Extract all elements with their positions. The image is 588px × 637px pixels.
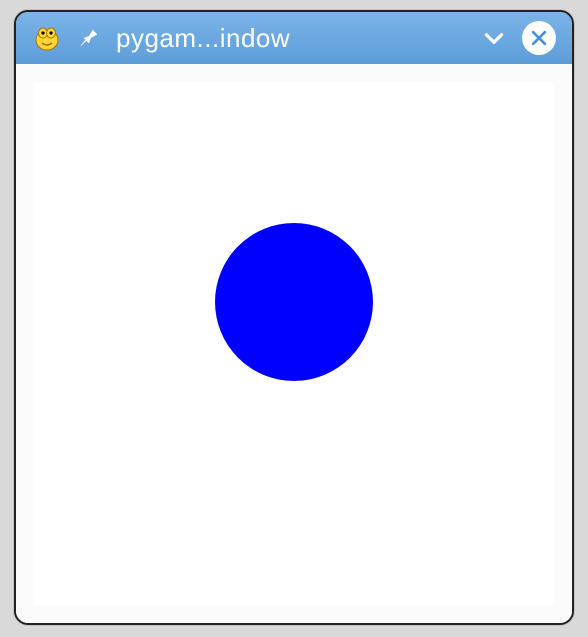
pygame-canvas[interactable] (34, 82, 554, 605)
drawn-circle (215, 223, 373, 381)
titlebar[interactable]: pygam...indow (16, 12, 572, 64)
close-button[interactable] (522, 21, 556, 55)
chevron-down-icon[interactable] (480, 24, 508, 52)
content-area (16, 64, 572, 623)
pin-icon[interactable] (76, 25, 102, 51)
app-window: pygam...indow (14, 10, 574, 625)
close-icon (529, 28, 549, 48)
window-title: pygam...indow (116, 23, 466, 54)
pygame-app-icon (32, 23, 62, 53)
